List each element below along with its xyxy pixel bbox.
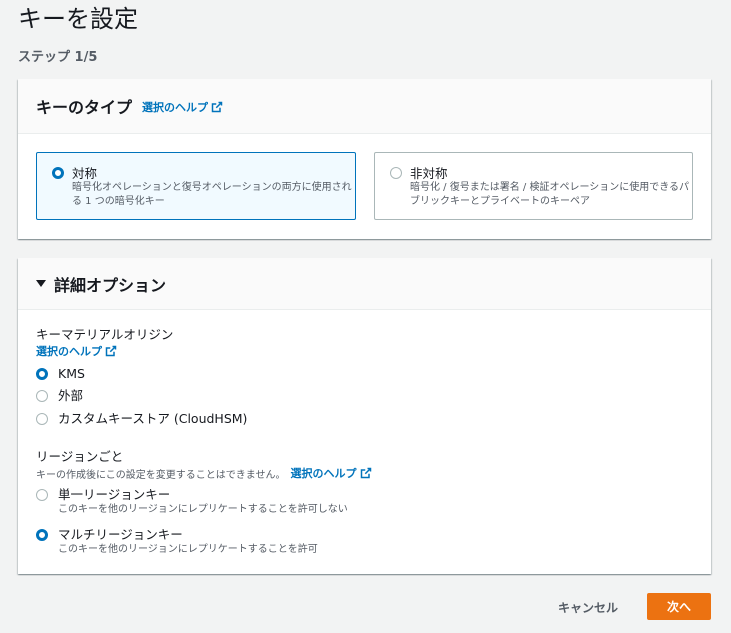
origin-option-kms[interactable]: KMS [36, 365, 85, 382]
help-link-label: 選択のヘルプ [142, 101, 209, 114]
key-type-heading: キーのタイプ [36, 98, 133, 117]
advanced-options-heading: 詳細オプション [54, 275, 167, 295]
help-link-label: 選択のヘルプ [290, 467, 357, 480]
step-indicator: ステップ 1/5 [18, 50, 98, 65]
region-option-single[interactable]: 単一リージョンキー このキーを他のリージョンにレプリケートすることを許可しない [36, 486, 348, 517]
origin-custom-radio[interactable] [36, 413, 48, 425]
key-type-panel: キーのタイプ 選択のヘルプ 対称 暗号化オペレーションと復号オペレーションの両方… [18, 79, 711, 239]
page-title: キーを設定 [18, 5, 138, 33]
origin-custom-label: カスタムキーストア (CloudHSM) [58, 411, 248, 426]
key-type-symmetric-tile[interactable]: 対称 暗号化オペレーションと復号オペレーションの両方に使用される 1 つの暗号化… [36, 152, 356, 220]
origin-help-link[interactable]: 選択のヘルプ [36, 343, 117, 359]
origin-external-radio[interactable] [36, 390, 48, 402]
single-region-label: 単一リージョンキー [58, 487, 171, 502]
cancel-button[interactable]: キャンセル [546, 594, 630, 620]
symmetric-radio[interactable] [52, 167, 64, 179]
asymmetric-radio[interactable] [390, 167, 402, 179]
external-link-icon [105, 345, 117, 357]
regionality-label: リージョンごと [36, 449, 124, 464]
regionality-description-text: キーの作成後にこの設定を変更することはできません。 [36, 469, 286, 481]
multi-region-description: このキーを他のリージョンにレプリケートすることを許可 [58, 544, 318, 555]
multi-region-label: マルチリージョンキー [58, 527, 183, 542]
origin-option-custom-keystore[interactable]: カスタムキーストア (CloudHSM) [36, 410, 247, 427]
asymmetric-description: 暗号化 / 復号または署名 / 検証オペレーションに使用できるパブリックキーとプ… [410, 182, 690, 207]
regionality-description: キーの作成後にこの設定を変更することはできません。 選択のヘルプ [36, 465, 372, 481]
origin-label: キーマテリアルオリジン [36, 327, 174, 342]
key-type-asymmetric-tile[interactable]: 非対称 暗号化 / 復号または署名 / 検証オペレーションに使用できるパブリック… [374, 152, 693, 220]
next-button[interactable]: 次へ [647, 593, 711, 620]
asymmetric-label: 非対称 [410, 166, 448, 181]
origin-option-external[interactable]: 外部 [36, 387, 83, 404]
regionality-help-link[interactable]: 選択のヘルプ [291, 465, 372, 481]
symmetric-description: 暗号化オペレーションと復号オペレーションの両方に使用される 1 つの暗号化キー [72, 182, 352, 207]
key-type-header: キーのタイプ 選択のヘルプ [18, 79, 711, 134]
multi-region-radio[interactable] [36, 529, 48, 541]
single-region-description: このキーを他のリージョンにレプリケートすることを許可しない [58, 504, 348, 515]
origin-kms-label: KMS [58, 366, 85, 381]
external-link-icon [211, 101, 223, 113]
external-link-icon [360, 467, 371, 479]
origin-external-label: 外部 [58, 388, 84, 403]
symmetric-label: 対称 [72, 166, 98, 181]
advanced-options-header[interactable]: 詳細オプション [18, 258, 711, 310]
help-link-label: 選択のヘルプ [36, 345, 102, 358]
key-type-help-link[interactable]: 選択のヘルプ [142, 99, 223, 115]
origin-kms-radio[interactable] [36, 368, 48, 380]
region-option-multi[interactable]: マルチリージョンキー このキーを他のリージョンにレプリケートすることを許可 [36, 526, 318, 557]
single-region-radio[interactable] [36, 489, 48, 501]
caret-down-icon [36, 280, 46, 287]
advanced-options-panel: 詳細オプション キーマテリアルオリジン 選択のヘルプ KMS 外部 カスタムキー… [18, 258, 711, 574]
